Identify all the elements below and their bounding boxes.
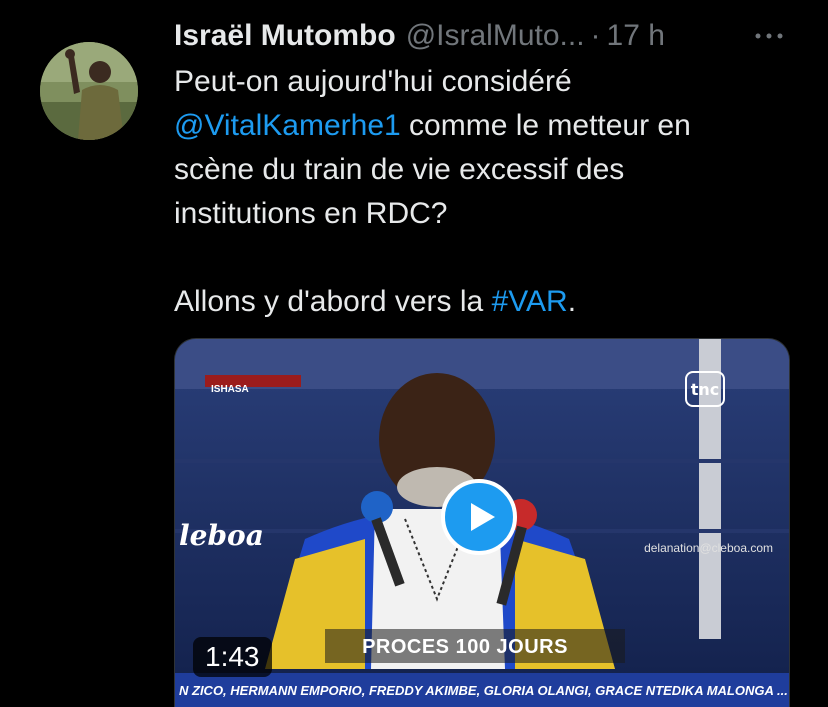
watermark-url: delanation@cleboa.com <box>644 541 773 555</box>
video-player[interactable]: ISHASA tnc leboa delanation@cleboa.com P… <box>174 338 790 707</box>
more-options-button[interactable] <box>752 24 786 48</box>
play-icon <box>471 503 495 531</box>
tweet-text-line-5-post: . <box>567 285 577 318</box>
hashtag-link[interactable]: #VAR <box>492 285 568 318</box>
tweet-text-line-2-rest: comme le metteur en <box>400 109 691 142</box>
tweet-text-line-3: scène du train de vie excessif des <box>174 153 625 186</box>
more-horizontal-icon <box>755 33 783 39</box>
tweet-text-line-5-pre: Allons y d'abord vers la <box>174 285 492 318</box>
mention-link[interactable]: @VitalKamerhe1 <box>174 109 401 142</box>
avatar[interactable] <box>40 42 138 140</box>
author-name[interactable]: Israël Mutombo <box>174 19 396 53</box>
tweet-header: Israël Mutombo @IsralMuto... · 17 h <box>174 14 784 58</box>
watermark-logo: leboa <box>179 519 264 552</box>
tweet-text-line-1: Peut-on aujourd'hui considéré <box>174 65 572 98</box>
avatar-image <box>40 42 138 140</box>
video-overlay-title: PROCES 100 JOURS <box>362 636 568 658</box>
channel-logo: tnc <box>685 371 725 407</box>
tweet-text-line-4: institutions en RDC? <box>174 197 448 230</box>
location-tag: ISHASA <box>211 384 249 395</box>
tweet-text-line-5: Allons y d'abord vers la #VAR. <box>174 280 794 324</box>
tweet-text-line-2: @VitalKamerhe1 comme le metteur en <box>174 104 794 148</box>
news-ticker: N ZICO, HERMANN EMPORIO, FREDDY AKIMBE, … <box>175 673 789 707</box>
timestamp[interactable]: 17 h <box>607 19 665 53</box>
play-button[interactable] <box>441 479 517 555</box>
tweet-text: Peut-on aujourd'hui considéré @VitalKame… <box>174 60 794 324</box>
video-duration: 1:43 <box>193 637 272 677</box>
author-handle[interactable]: @IsralMuto... <box>406 19 585 53</box>
tweet[interactable]: Israël Mutombo @IsralMuto... · 17 h Peut… <box>0 0 828 707</box>
separator: · <box>590 19 601 52</box>
